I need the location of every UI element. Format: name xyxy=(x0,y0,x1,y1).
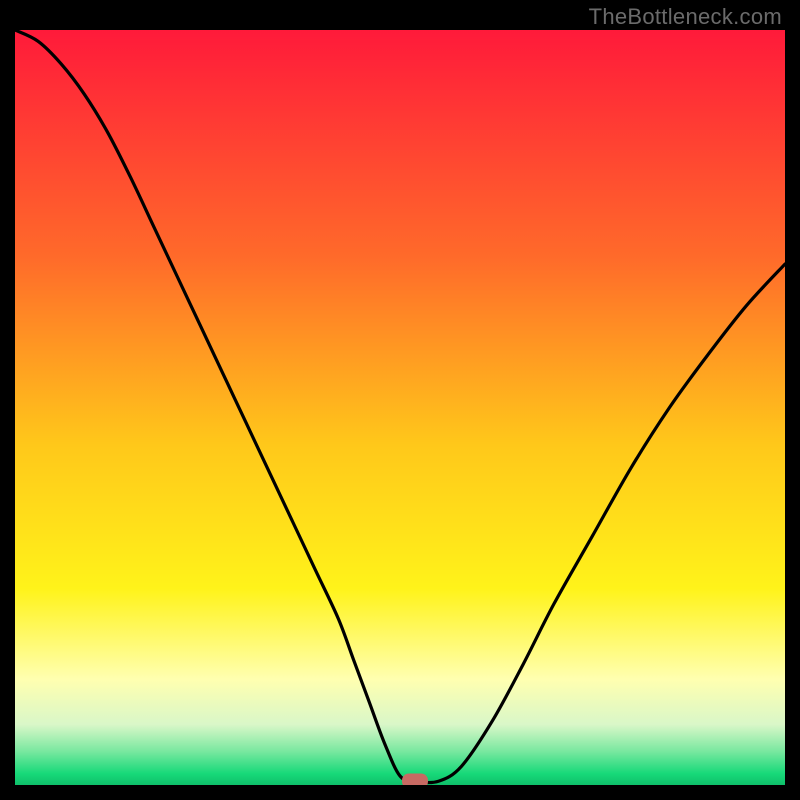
watermark-text: TheBottleneck.com xyxy=(589,4,782,30)
min-marker xyxy=(402,774,428,785)
bottleneck-curve xyxy=(15,30,785,785)
chart-frame: TheBottleneck.com xyxy=(0,0,800,800)
plot-area xyxy=(15,30,785,785)
